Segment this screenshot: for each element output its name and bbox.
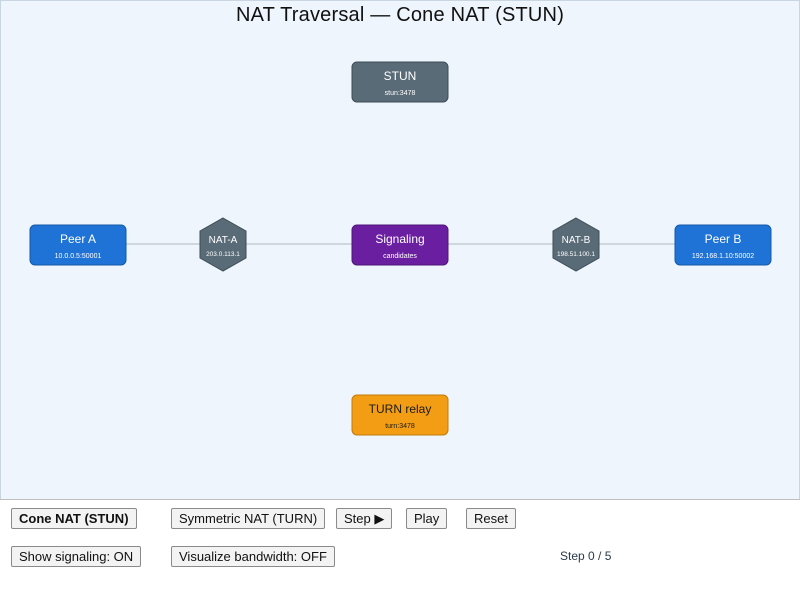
bandwidth-toggle-button[interactable]: Visualize bandwidth: OFF <box>171 546 335 567</box>
nat-b-node[interactable]: NAT-B 198.51.100.1 <box>552 217 600 272</box>
signaling-toggle-button[interactable]: Show signaling: ON <box>11 546 142 567</box>
peer-a-address: 10.0.0.5:50001 <box>55 253 102 260</box>
nat-b-address: 198.51.100.1 <box>557 251 595 258</box>
step-button[interactable]: Step ▶ <box>336 508 393 529</box>
stun-address: stun:3478 <box>385 90 416 97</box>
signaling-label: Signaling <box>375 232 424 246</box>
signaling-node[interactable]: Signaling candidates <box>351 224 449 266</box>
nat-a-address: 203.0.113.1 <box>206 251 240 258</box>
turn-label: TURN relay <box>369 402 432 416</box>
nat-b-label: NAT-B <box>562 235 591 246</box>
peer-a-label: Peer A <box>60 232 96 246</box>
peer-b-label: Peer B <box>705 232 742 246</box>
play-button[interactable]: Play <box>406 508 448 529</box>
nat-a-node[interactable]: NAT-A 203.0.113.1 <box>199 217 247 272</box>
peer-a-node[interactable]: Peer A 10.0.0.5:50001 <box>29 224 127 266</box>
reset-button[interactable]: Reset <box>466 508 516 529</box>
cone-nat-button[interactable]: Cone NAT (STUN) <box>11 508 137 529</box>
signaling-sub: candidates <box>383 253 417 260</box>
symmetric-nat-button[interactable]: Symmetric NAT (TURN) <box>171 508 326 529</box>
peer-b-address: 192.168.1.10:50002 <box>692 253 754 260</box>
nat-a-label: NAT-A <box>209 235 238 246</box>
network-diagram: STUN stun:3478 Peer A 10.0.0.5:50001 NAT… <box>29 61 772 436</box>
peer-b-node[interactable]: Peer B 192.168.1.10:50002 <box>674 224 772 266</box>
stun-label: STUN <box>384 69 417 83</box>
stun-server-node[interactable]: STUN stun:3478 <box>351 61 449 103</box>
turn-address: turn:3478 <box>385 423 415 430</box>
step-status: Step 0 / 5 <box>560 549 612 563</box>
turn-relay-node[interactable]: TURN relay turn:3478 <box>351 394 449 436</box>
